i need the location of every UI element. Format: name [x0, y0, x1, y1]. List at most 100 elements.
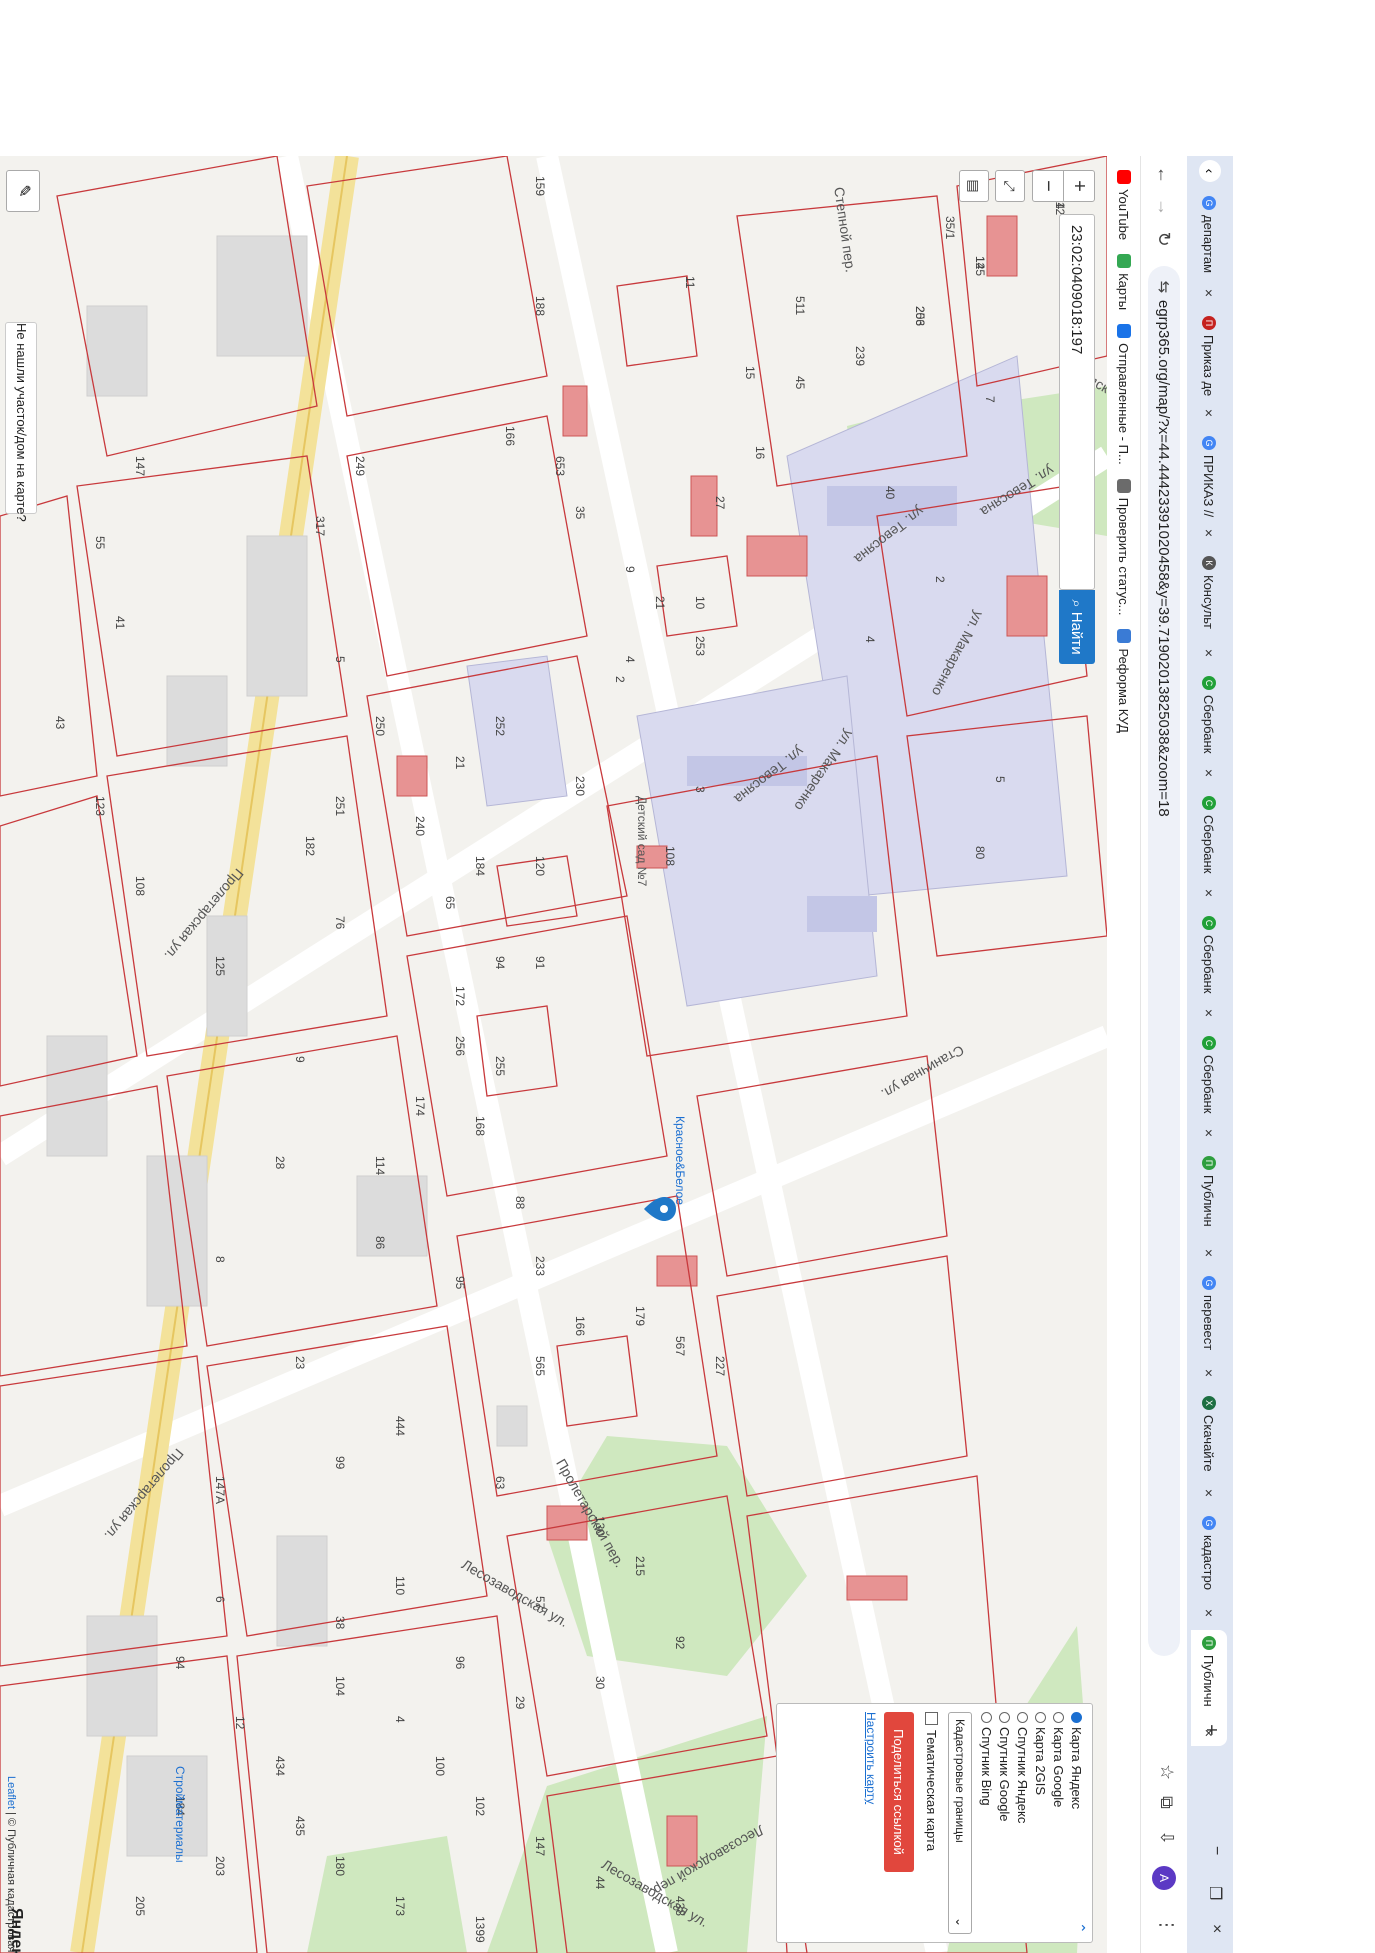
parcel-number-label: 108 [133, 876, 147, 897]
zoom-out-button[interactable]: − [1033, 171, 1064, 201]
not-found-link[interactable]: Не нашли участок/дом на карте? [5, 322, 37, 522]
browser-tab[interactable]: X Скачайте × [1191, 1390, 1227, 1506]
radio-button[interactable] [1071, 1712, 1083, 1723]
parcel-number-label: 233 [533, 1256, 547, 1277]
bookmark-star-icon[interactable]: ☆ [1156, 1764, 1177, 1780]
search-button[interactable]: ⌕ Найти [1059, 590, 1095, 664]
tab-scroll-button[interactable]: ‹ [1199, 160, 1221, 182]
basemap-option[interactable]: Карта 2GIS [1032, 1704, 1050, 1942]
parcel-number-label: 44 [593, 1876, 607, 1890]
basemap-option-label: Спутник Google [997, 1727, 1013, 1822]
radio-button[interactable] [1017, 1712, 1029, 1723]
browser-tab[interactable]: К Консульт × [1191, 550, 1227, 666]
ruler-icon[interactable]: ✎ [6, 170, 40, 212]
parcel-number-label: 230 [573, 776, 587, 797]
parcel-number-label: 94 [173, 1656, 187, 1670]
bookmark-item[interactable]: Отправленные - П... [1117, 324, 1132, 465]
parcel-number-label: 43 [53, 716, 67, 730]
tab-close-icon[interactable]: × [1201, 766, 1217, 780]
tab-favicon-icon: С [1202, 916, 1216, 930]
tab-close-icon[interactable]: × [1201, 1126, 1217, 1140]
checkbox-box[interactable] [925, 1712, 939, 1725]
address-bar[interactable]: ⇆ egrp365.org/map/?x=44.44423391020458&y… [1148, 266, 1180, 1656]
thematic-map-checkbox[interactable]: Тематическая карта [922, 1704, 942, 1942]
download-icon[interactable]: ⇩ [1156, 1830, 1177, 1845]
parcel-number-label: 96 [453, 1656, 467, 1670]
tab-close-icon[interactable]: × [1201, 646, 1217, 660]
bookmark-item[interactable]: Проверить статус... [1117, 478, 1132, 615]
map-marker-icon[interactable] [643, 1196, 677, 1222]
parcel-number-label: 100 [433, 1756, 447, 1777]
tab-close-icon[interactable]: × [1201, 1606, 1217, 1620]
fullscreen-button[interactable]: ⤢ [995, 170, 1025, 202]
reload-icon[interactable]: ↻ [1151, 226, 1177, 252]
bookmark-item[interactable]: YouTube [1117, 170, 1132, 240]
browser-tab[interactable]: Gкадастро × [1191, 1510, 1227, 1626]
basemap-option[interactable]: Карта Яндекс [1068, 1704, 1086, 1942]
share-link-button[interactable]: Поделиться ссылкой [884, 1712, 914, 1872]
tab-close-icon[interactable]: × [1201, 406, 1217, 420]
parcel-number-label: 110 [393, 1576, 407, 1596]
back-icon[interactable]: ← [1151, 162, 1177, 188]
tab-close-icon[interactable]: × [1201, 526, 1217, 540]
poi-kindergarten[interactable]: Детский сад №7 [635, 796, 649, 886]
tab-close-icon[interactable]: × [1201, 1366, 1217, 1380]
parcel-number-label: 435 [293, 1816, 307, 1837]
close-window-button[interactable]: × [1207, 1924, 1225, 1933]
tab-favicon-icon: G [1202, 436, 1216, 450]
parcel-number-label: 444 [393, 1416, 407, 1437]
tab-close-icon[interactable]: × [1201, 886, 1217, 900]
tab-close-icon[interactable]: × [1201, 286, 1217, 300]
browser-tab[interactable]: С Сбербанк × [1191, 790, 1227, 906]
radio-button[interactable] [999, 1712, 1011, 1723]
radio-button[interactable] [981, 1712, 993, 1723]
forward-icon[interactable]: → [1151, 194, 1177, 220]
leaflet-link[interactable]: Leaflet [5, 1776, 17, 1809]
parcel-number-label: 5 [333, 656, 347, 663]
chevron-up-icon[interactable]: ⌃ [1071, 1922, 1088, 1934]
new-tab-button[interactable]: + [1199, 1719, 1222, 1741]
browser-tab[interactable]: С Сбербанк × [1191, 910, 1227, 1026]
browser-tab[interactable]: Gдепартам × [1191, 190, 1227, 306]
tab-close-icon[interactable]: × [1201, 1246, 1217, 1260]
parcel-number-label: 45 [793, 376, 807, 390]
basemap-option[interactable]: Спутник Яндекс [1014, 1704, 1032, 1942]
zoom-in-button[interactable]: + [1064, 171, 1094, 201]
site-info-icon[interactable]: ⇆ [1155, 274, 1173, 300]
parcel-number-label: 253 [693, 636, 707, 657]
cadastral-search-input[interactable] [1059, 214, 1095, 590]
browser-tab[interactable]: G ПРИКАЗ // × [1191, 430, 1227, 546]
tab-close-icon[interactable]: × [1201, 1486, 1217, 1500]
basemap-option[interactable]: Спутник Bing [978, 1704, 996, 1942]
profile-avatar[interactable]: A [1152, 1866, 1176, 1890]
menu-icon[interactable]: ⋮ [1156, 1916, 1177, 1934]
browser-tab[interactable]: С Сбербанк × [1191, 670, 1227, 786]
radio-button[interactable] [1053, 1712, 1065, 1723]
basemap-option[interactable]: Карта Google [1050, 1704, 1068, 1942]
parcel-number-label: 205 [133, 1896, 147, 1917]
search-button-label: Найти [1068, 611, 1086, 655]
minimize-button[interactable]: − [1207, 1846, 1225, 1855]
parcel-number-label: 10 [693, 596, 707, 610]
bookmark-item[interactable]: Реформа КУД [1117, 629, 1132, 733]
map-area[interactable]: 242812206239454024580751115162735/111159… [0, 156, 1107, 1953]
overlay-select[interactable]: Кадастровые границы ⌄ [948, 1712, 972, 1934]
radio-button[interactable] [1035, 1712, 1047, 1723]
poi-building-materials[interactable]: Стройматериалы [173, 1766, 187, 1863]
basemap-option[interactable]: Спутник Google [996, 1704, 1014, 1942]
layers-icon[interactable]: ▤ [959, 170, 989, 202]
parcel-number-label: 250 [373, 716, 387, 737]
extensions-icon[interactable]: ⧉ [1156, 1796, 1177, 1809]
restore-button[interactable]: ❐ [1205, 1886, 1225, 1900]
browser-tab[interactable]: Gперевест × [1191, 1270, 1227, 1386]
bookmark-item[interactable]: Карты [1117, 254, 1132, 310]
poi-store[interactable]: Красное&Белое [673, 1116, 687, 1205]
parcel-number-label: 147A [213, 1476, 227, 1505]
tab-close-icon[interactable]: × [1201, 1006, 1217, 1020]
parcel-number-label: 5 [993, 776, 1007, 783]
browser-tab[interactable]: П Приказ де × [1191, 310, 1227, 426]
map-settings-link[interactable]: Настроить карту [864, 1704, 878, 1942]
tab-favicon-icon: С [1202, 796, 1216, 810]
browser-tab[interactable]: П Публичн × [1191, 1150, 1227, 1266]
browser-tab[interactable]: С Сбербанк × [1191, 1030, 1227, 1146]
